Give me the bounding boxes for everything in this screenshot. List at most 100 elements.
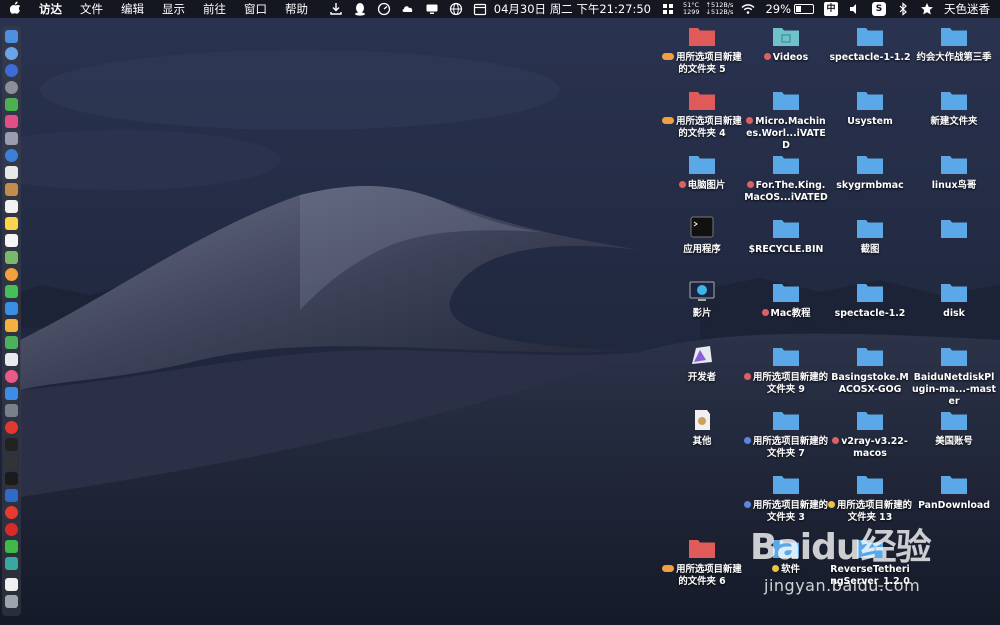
folder-item-27[interactable]: v2ray-v3.22-macos — [828, 406, 912, 470]
app-s-icon[interactable]: S — [867, 2, 891, 16]
vivaldi-icon[interactable] — [5, 421, 18, 434]
folder-item-24[interactable]: BaiduNetdiskPlugin-ma...-master — [912, 342, 996, 407]
photos-icon[interactable] — [5, 268, 18, 281]
numbers-icon[interactable] — [5, 336, 18, 349]
facetime-icon[interactable] — [5, 302, 18, 315]
maps-icon[interactable] — [5, 251, 18, 264]
finder-icon[interactable] — [5, 30, 18, 43]
globe-icon[interactable] — [444, 2, 468, 16]
folder-item-20[interactable]: disk — [912, 278, 996, 342]
gauge-icon[interactable] — [372, 2, 396, 16]
menu-help[interactable]: 帮助 — [276, 0, 317, 18]
menu-view[interactable]: 显示 — [153, 0, 194, 18]
folder-item-7[interactable]: Usystem — [828, 86, 912, 150]
folder-item-5[interactable]: 用所选项目新建的文件夹 4 — [660, 86, 744, 150]
netease-music-icon[interactable] — [5, 523, 18, 536]
desktop-item-label: 用所选项目新建的文件夹 6 — [660, 564, 744, 588]
desktop-item-name: PanDownload — [918, 500, 990, 511]
folder-item-25[interactable]: 其他 — [660, 406, 744, 470]
calendar-icon[interactable] — [468, 2, 492, 16]
safari-alt-icon[interactable] — [5, 149, 18, 162]
folder-item-21[interactable]: 开发者 — [660, 342, 744, 406]
folder-item-13[interactable]: 应用程序 — [660, 214, 744, 278]
color-tag-icon — [761, 309, 769, 316]
battery-indicator[interactable]: 29% — [760, 0, 819, 18]
folder-item-4[interactable]: 约会大作战第三季 — [912, 22, 996, 86]
folder-item-1[interactable]: 用所选项目新建的文件夹 5 — [660, 22, 744, 86]
folder-item-22[interactable]: 用所选项目新建的文件夹 9 — [744, 342, 828, 406]
desktop-item-name: 用所选项目新建的文件夹 9 — [753, 372, 829, 395]
desktop-item-name: For.The.King.MacOS...iVATED — [744, 180, 828, 203]
siri-icon[interactable] — [5, 47, 18, 60]
desktop-item-label: 用所选项目新建的文件夹 4 — [660, 116, 744, 140]
star-icon[interactable] — [915, 2, 939, 16]
keynote-icon[interactable] — [5, 353, 18, 366]
safari-icon[interactable] — [5, 64, 18, 77]
grid-icon[interactable] — [656, 2, 680, 16]
volume-icon[interactable] — [843, 2, 867, 16]
mail-icon[interactable] — [5, 166, 18, 179]
vpn-icon[interactable] — [5, 489, 18, 502]
messages-icon[interactable] — [5, 285, 18, 298]
folder-item-11[interactable]: skygrmbmac — [828, 150, 912, 214]
folder-item-9[interactable]: 电脑图片 — [660, 150, 744, 214]
android-icon[interactable] — [5, 98, 18, 111]
folder-item-19[interactable]: spectacle-1.2 — [828, 278, 912, 342]
desktop-item-name: Basingstoke.MACOSX-GOG — [831, 372, 909, 395]
folder-item-6[interactable]: Micro.Machines.Worl...iVATED — [744, 86, 828, 151]
folder-item-12[interactable]: linux鸟哥 — [912, 150, 996, 214]
datetime-display[interactable]: 04月30日 周二 下午21:27:50 — [492, 0, 656, 18]
folder-item-17[interactable]: 影片 — [660, 278, 744, 342]
watermark-logo: Baidu经验 — [750, 527, 931, 568]
folder-item-16[interactable] — [912, 214, 996, 278]
migration-icon[interactable] — [5, 557, 18, 570]
calendar-app-icon[interactable] — [5, 200, 18, 213]
network-speed[interactable]: ↑512B/s ↓512B/s — [703, 2, 737, 16]
terminal-icon[interactable] — [5, 438, 18, 451]
username[interactable]: 天色迷香 — [939, 0, 1000, 18]
folder-item-8[interactable]: 新建文件夹 — [912, 86, 996, 150]
wechat-icon[interactable] — [5, 540, 18, 553]
notes-icon[interactable] — [5, 217, 18, 230]
desktop-item-name: BaiduNetdiskPlugin-ma...-master — [912, 372, 996, 407]
folder-item-3[interactable]: spectacle-1-1.2 — [828, 22, 912, 86]
apple-menu-icon[interactable] — [0, 1, 30, 18]
system-temp-fan[interactable]: 51°C 1299 — [680, 2, 703, 16]
download-icon[interactable] — [324, 2, 348, 16]
launchpad-icon[interactable] — [5, 81, 18, 94]
reminders-icon[interactable] — [5, 234, 18, 247]
input-method[interactable]: 中 — [819, 2, 843, 16]
qq-icon[interactable] — [348, 2, 372, 16]
activity-monitor-icon[interactable] — [5, 455, 18, 468]
folder-item-14[interactable]: $RECYCLE.BIN — [744, 214, 828, 278]
disk-utility-icon[interactable] — [5, 132, 18, 145]
console-icon[interactable] — [5, 472, 18, 485]
desktop-item-name: Mac教程 — [770, 308, 811, 319]
system-preferences-icon[interactable] — [5, 404, 18, 417]
folder-item-10[interactable]: For.The.King.MacOS...iVATED — [744, 150, 828, 214]
folder-item-28[interactable]: 美国账号 — [912, 406, 996, 470]
yandex-icon[interactable] — [5, 506, 18, 519]
folder-item-2[interactable]: Videos — [744, 22, 828, 86]
app-store-icon[interactable] — [5, 387, 18, 400]
folder-item-26[interactable]: 用所选项目新建的文件夹 7 — [744, 406, 828, 470]
folder-item-33[interactable]: 用所选项目新建的文件夹 6 — [660, 534, 744, 598]
itunes-icon[interactable] — [5, 115, 18, 128]
display-icon[interactable] — [420, 2, 444, 16]
wifi-icon[interactable] — [736, 2, 760, 16]
trash-icon[interactable] — [5, 595, 18, 608]
menu-window[interactable]: 窗口 — [235, 0, 276, 18]
folder-item-18[interactable]: Mac教程 — [744, 278, 828, 342]
bluetooth-icon[interactable] — [891, 2, 915, 16]
menu-app-name[interactable]: 访达 — [30, 0, 71, 18]
cloud-icon[interactable] — [396, 2, 420, 16]
folder-item-23[interactable]: Basingstoke.MACOSX-GOG — [828, 342, 912, 406]
pages-icon[interactable] — [5, 319, 18, 332]
menu-go[interactable]: 前往 — [194, 0, 235, 18]
menu-edit[interactable]: 编辑 — [112, 0, 153, 18]
music-icon[interactable] — [5, 370, 18, 383]
contacts-icon[interactable] — [5, 183, 18, 196]
document-icon[interactable] — [5, 578, 18, 591]
menu-file[interactable]: 文件 — [71, 0, 112, 18]
folder-item-15[interactable]: 截图 — [828, 214, 912, 278]
